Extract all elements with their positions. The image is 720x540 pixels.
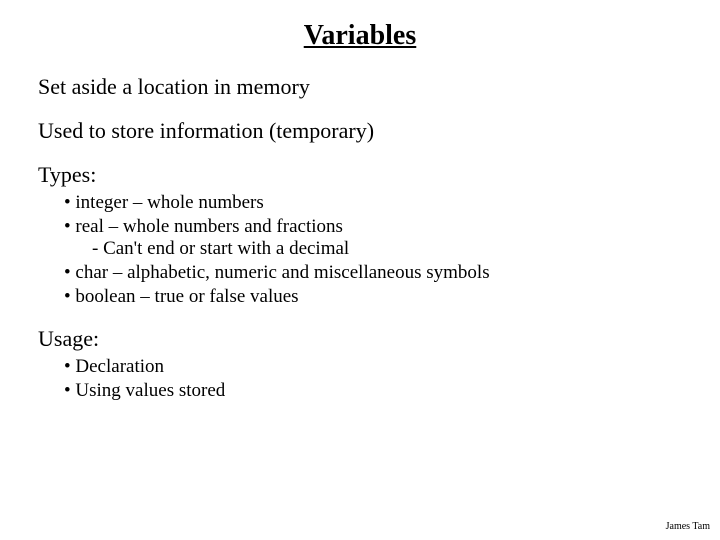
usage-item: Declaration	[64, 356, 682, 378]
body-line-1: Set aside a location in memory	[38, 74, 682, 100]
types-item: boolean – true or false values	[64, 286, 682, 308]
usage-section: Usage: Declaration Using values stored	[38, 326, 682, 402]
types-item: integer – whole numbers	[64, 192, 682, 214]
types-item: real – whole numbers and fractions Can't…	[64, 216, 682, 260]
slide-title: Variables	[38, 20, 682, 52]
usage-list: Declaration Using values stored	[38, 356, 682, 402]
types-sublist: Can't end or start with a decimal	[64, 238, 682, 260]
footer-author: James Tam	[666, 521, 710, 532]
types-subitem: Can't end or start with a decimal	[92, 238, 682, 260]
types-heading: Types:	[38, 162, 682, 188]
usage-item: Using values stored	[64, 380, 682, 402]
body-line-2: Used to store information (temporary)	[38, 118, 682, 144]
types-item-label: real – whole numbers and fractions	[75, 216, 343, 237]
types-section: Types: integer – whole numbers real – wh…	[38, 162, 682, 308]
usage-heading: Usage:	[38, 326, 682, 352]
types-item: char – alphabetic, numeric and miscellan…	[64, 262, 682, 284]
types-list: integer – whole numbers real – whole num…	[38, 192, 682, 308]
